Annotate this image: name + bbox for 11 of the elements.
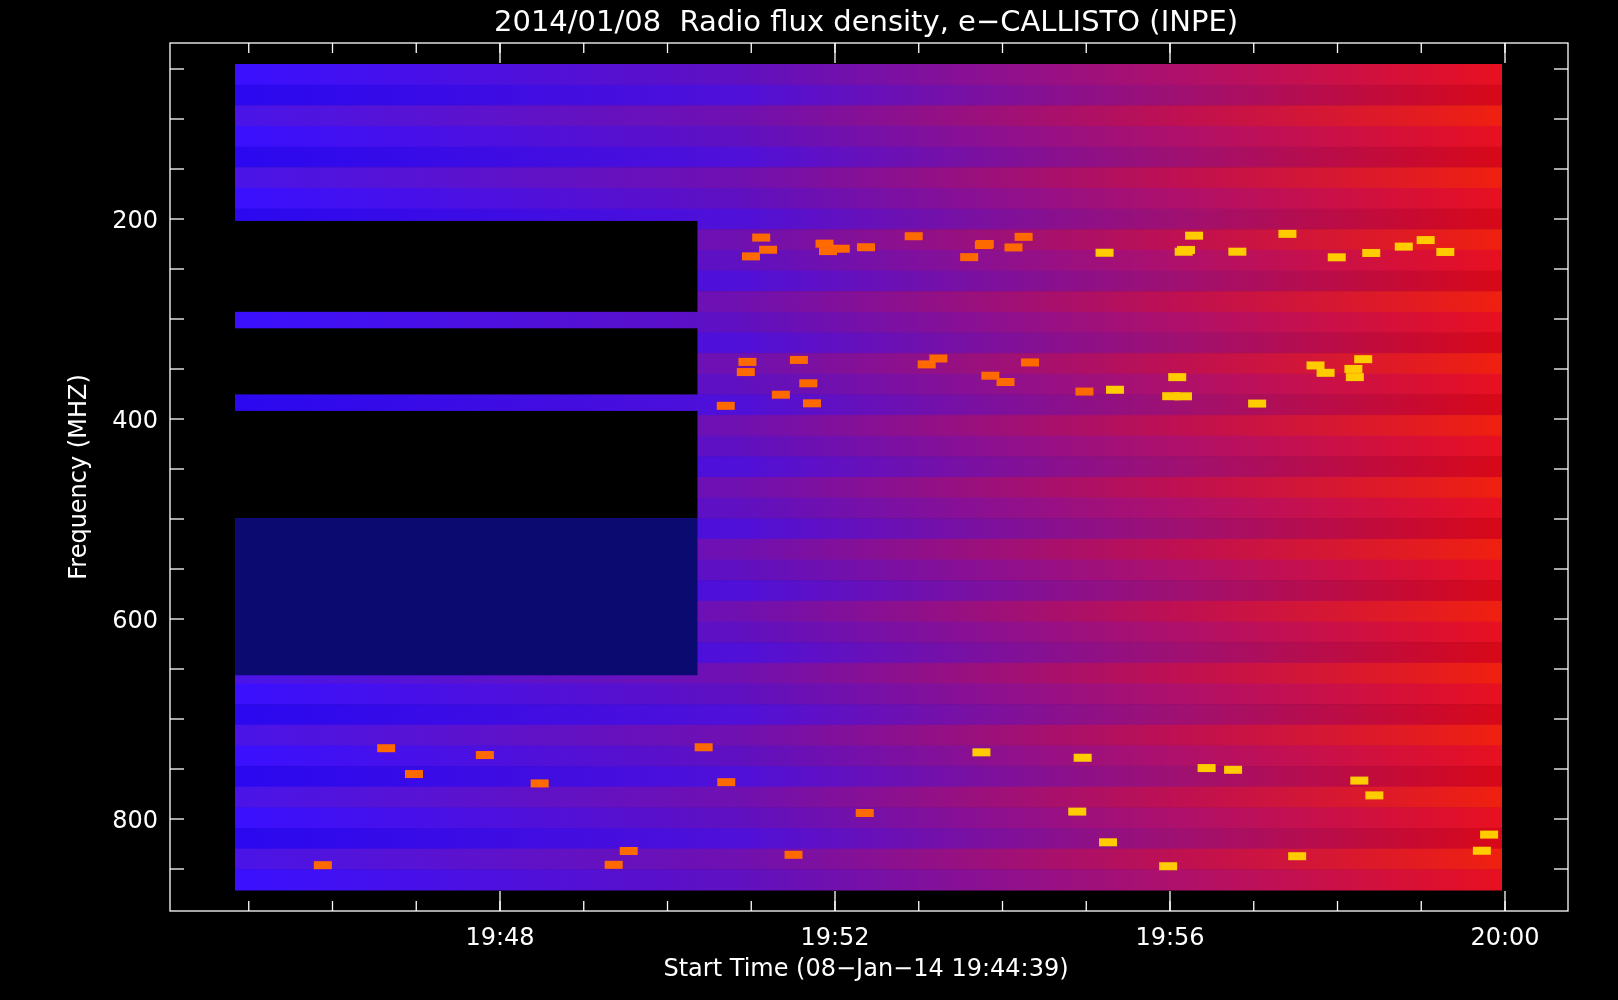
y-tick-label: 200 xyxy=(112,206,158,234)
x-tick-label: 20:00 xyxy=(1470,923,1540,951)
x-tick-label: 19:56 xyxy=(1135,923,1205,951)
y-tick-label: 800 xyxy=(112,806,158,834)
x-tick-label: 19:52 xyxy=(800,923,870,951)
y-axis-label: Frequency (MHZ) xyxy=(64,374,92,580)
x-axis-label: Start Time (08−Jan−14 19:44:39) xyxy=(663,954,1069,982)
plot-title: 2014/01/08 Radio flux density, e−CALLISTO (INPE) xyxy=(494,4,1238,38)
y-tick-label: 400 xyxy=(112,406,158,434)
y-tick-label: 600 xyxy=(112,606,158,634)
x-tick-label: 19:48 xyxy=(465,923,535,951)
